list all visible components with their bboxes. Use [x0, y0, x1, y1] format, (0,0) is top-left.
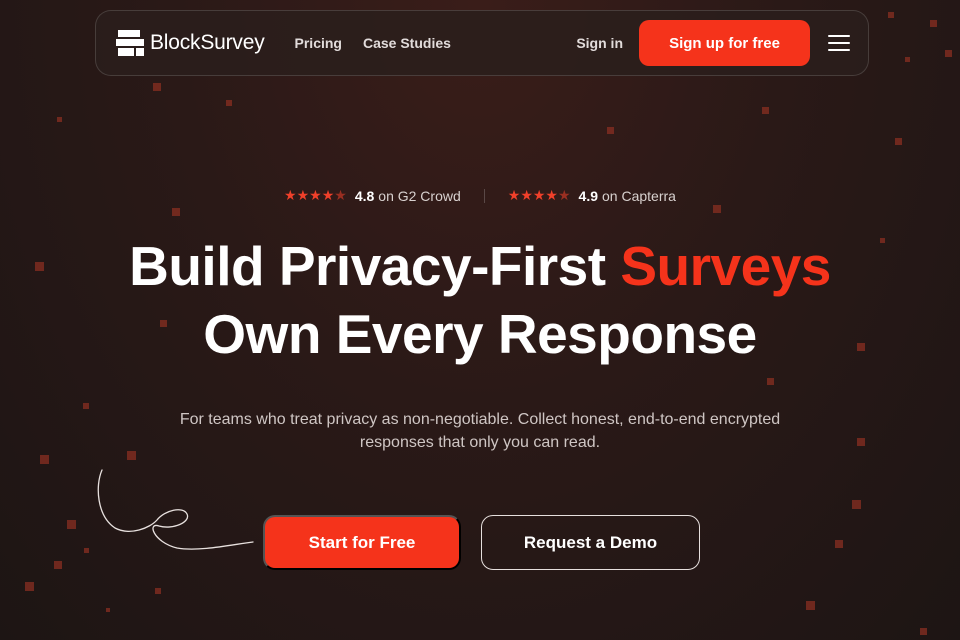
rating-divider — [483, 188, 485, 203]
top-navbar: BlockSurvey Pricing Case Studies Sign in… — [95, 10, 869, 76]
sign-in-link[interactable]: Sign in — [576, 35, 623, 51]
start-for-free-button[interactable]: Start for Free — [263, 515, 461, 570]
hamburger-menu-icon[interactable] — [828, 35, 850, 51]
hero-subtitle: For teams who treat privacy as non-negot… — [0, 408, 960, 454]
brand-logo[interactable]: BlockSurvey — [116, 30, 265, 56]
subtitle-line2: responses that only you can read. — [359, 434, 601, 451]
rating-source: on G2 Crowd — [378, 187, 461, 204]
nav-links: Pricing Case Studies — [295, 35, 451, 51]
star-icon: ★★★★★ — [284, 187, 347, 203]
blocksurvey-logo-icon — [116, 30, 144, 56]
hero-headline: Build Privacy-First Surveys Own Every Re… — [0, 232, 960, 368]
rating-capterra: ★★★★★ 4.9 on Capterra — [508, 187, 676, 204]
nav-actions: Sign in Sign up for free — [576, 20, 868, 66]
subtitle-line1: For teams who treat privacy as non-negot… — [179, 411, 781, 428]
ratings-bar: ★★★★★ 4.8 on G2 Crowd ★★★★★ 4.9 on Capte… — [0, 187, 960, 204]
rating-g2: ★★★★★ 4.8 on G2 Crowd — [284, 187, 461, 204]
headline-accent: Surveys — [620, 235, 831, 297]
nav-link-case-studies[interactable]: Case Studies — [363, 35, 451, 51]
request-demo-button[interactable]: Request a Demo — [481, 515, 700, 570]
rating-source: on Capterra — [602, 187, 676, 204]
nav-link-pricing[interactable]: Pricing — [295, 35, 342, 51]
hero-cta-group: Start for Free Request a Demo — [263, 515, 700, 570]
headline-line2: Own Every Response — [203, 303, 757, 365]
headline-line1: Build Privacy-First — [129, 235, 621, 297]
sign-up-button[interactable]: Sign up for free — [639, 20, 810, 66]
rating-score: 4.9 — [578, 187, 598, 204]
squiggle-arrow-icon — [97, 469, 254, 550]
rating-score: 4.8 — [354, 187, 375, 204]
brand-name: BlockSurvey — [150, 31, 265, 54]
star-icon: ★★★★★ — [507, 187, 571, 203]
